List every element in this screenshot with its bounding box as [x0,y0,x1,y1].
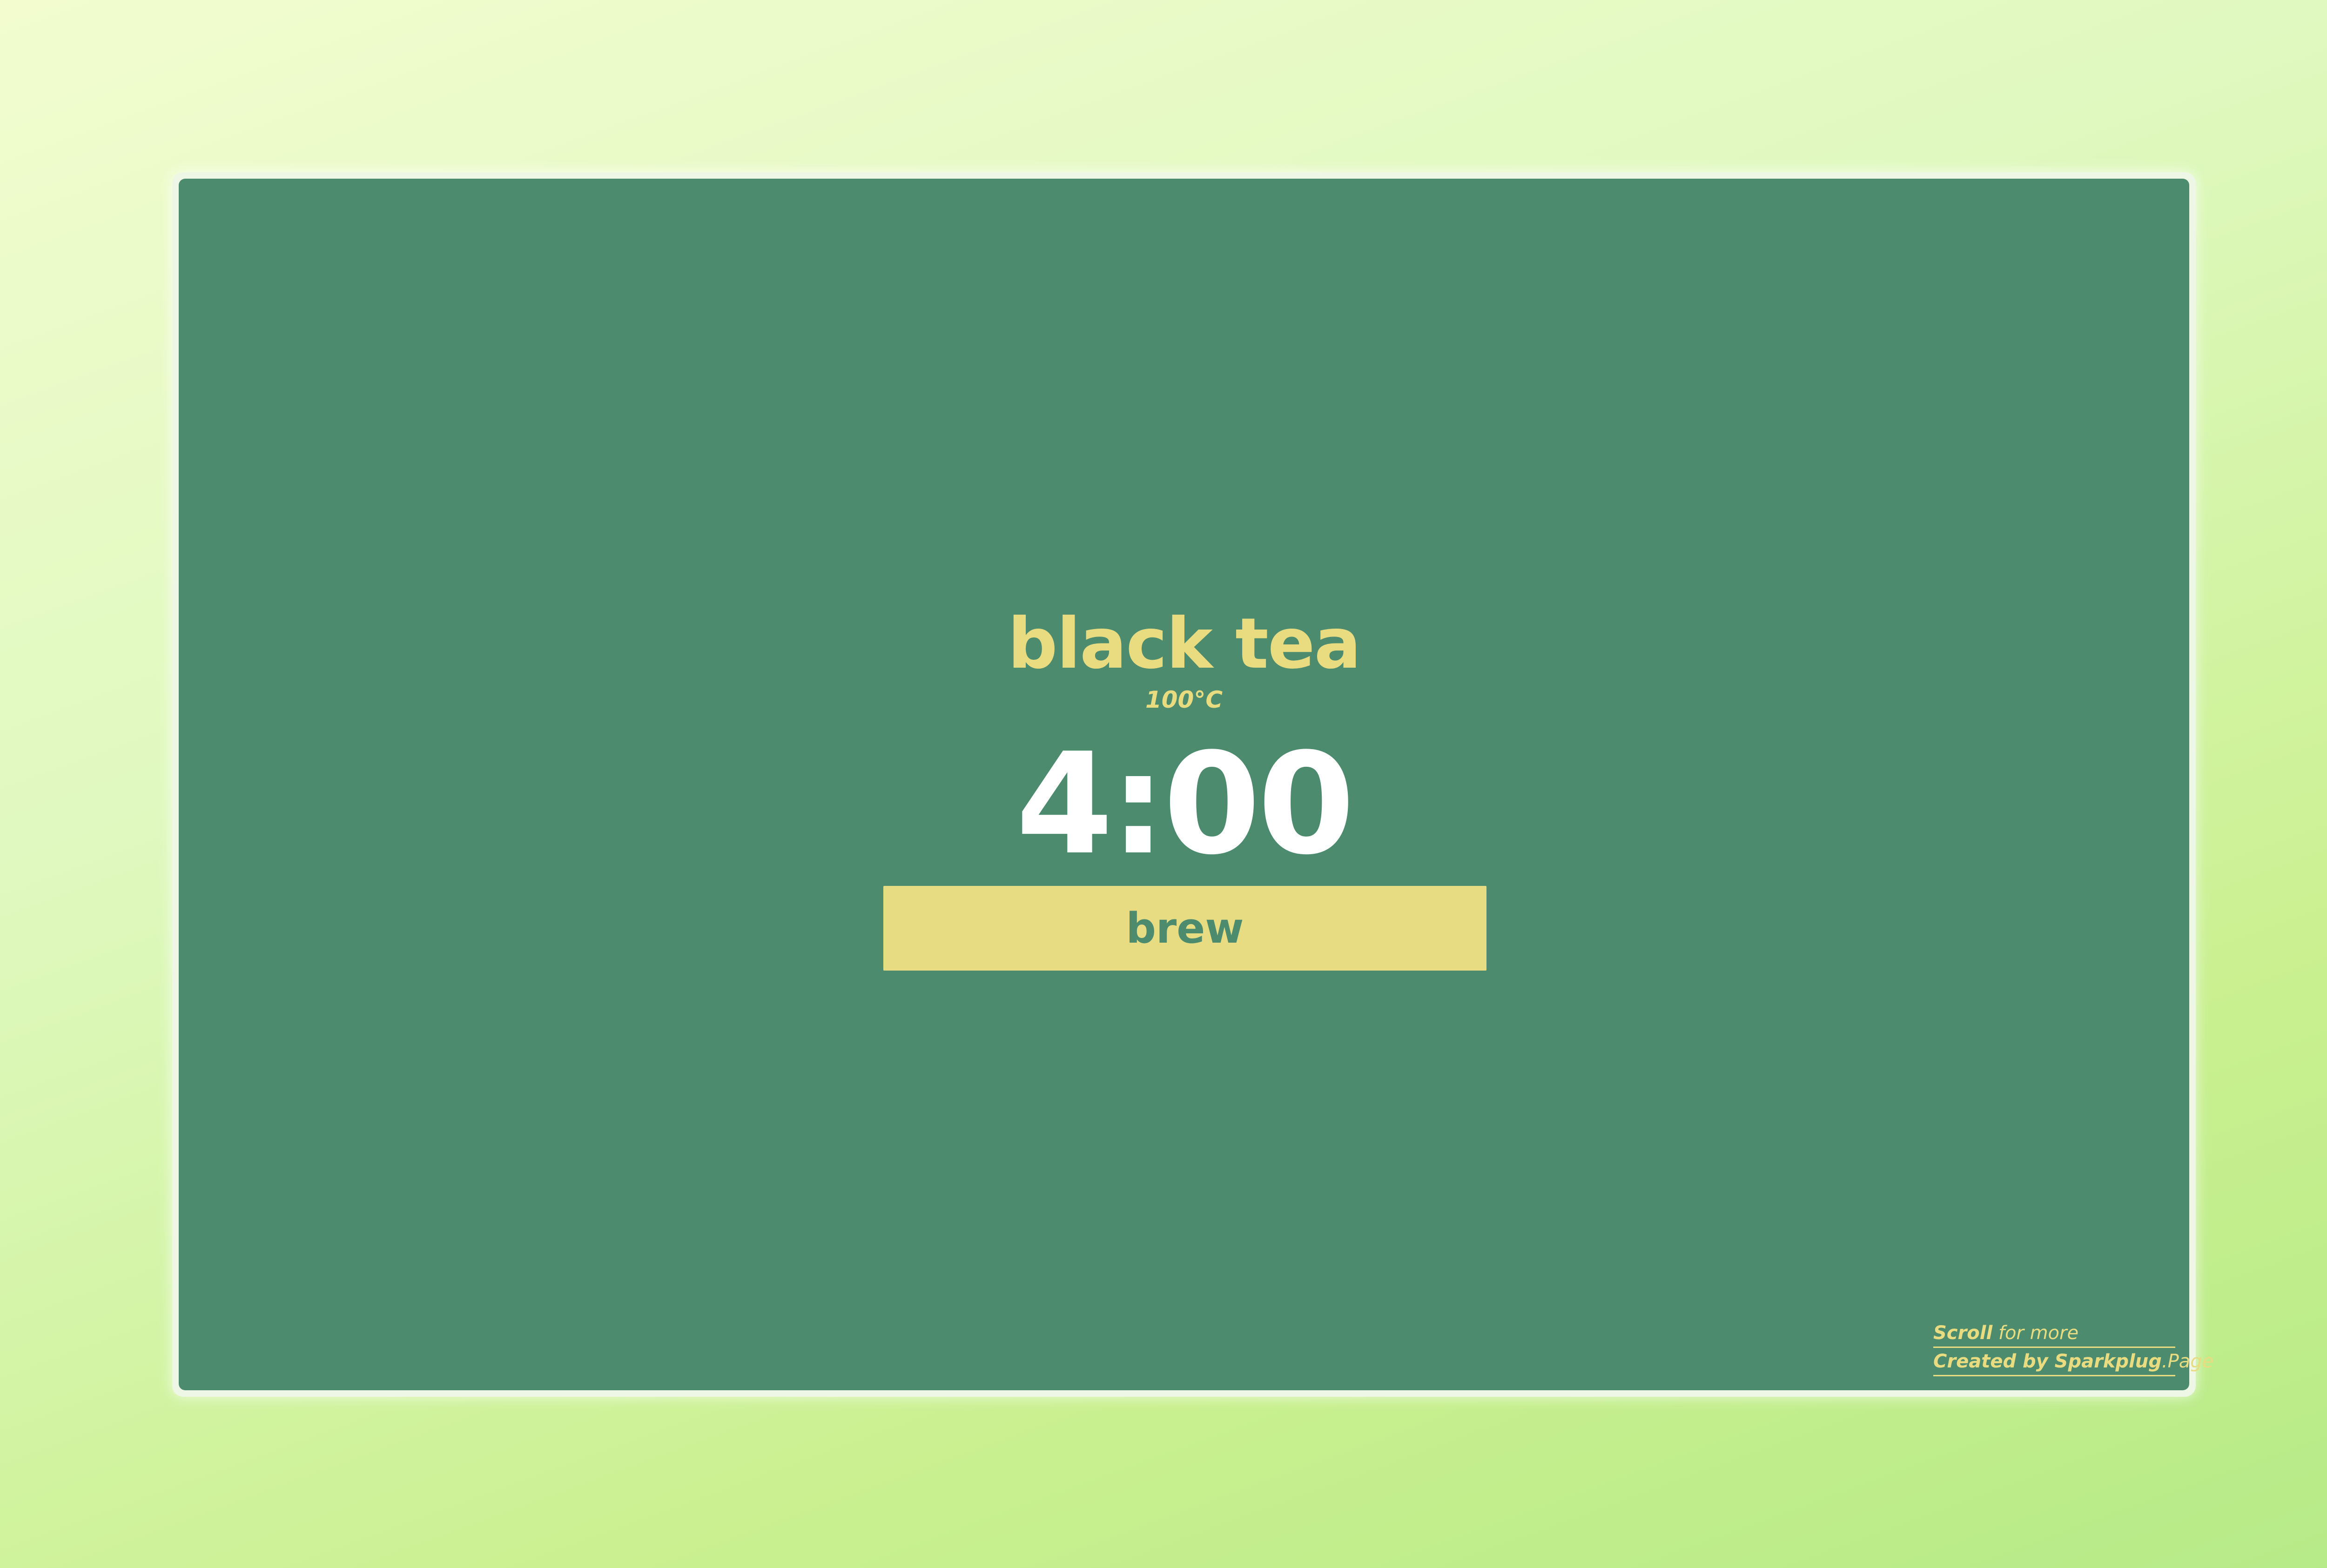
brew-temperature: 100°C [1145,686,1223,713]
tea-timer-card: black tea 100°C 4:00 brew Scroll for mor… [179,179,2213,1390]
app-frame: black tea 100°C 4:00 brew Scroll for mor… [172,172,2213,1397]
tea-name-heading: black tea [1008,603,1361,684]
countdown-timer: 4:00 [1016,723,1355,885]
scroll-link-rest: for more [1992,1322,2079,1344]
created-link-bold: Created by Sparkplug [1933,1351,2162,1372]
scroll-for-more-link[interactable]: Scroll for more [1933,1320,2175,1348]
footer-links: Scroll for more Created by Sparkplug.Pag… [1933,1320,2213,1376]
created-link-rest: .Page [2161,1351,2214,1372]
scroll-link-bold: Scroll [1933,1322,1993,1344]
timer-content: black tea 100°C 4:00 brew [179,179,2189,1390]
created-by-sparkplug-link[interactable]: Created by Sparkplug.Page [1933,1348,2213,1376]
brew-button[interactable]: brew [883,886,1486,971]
